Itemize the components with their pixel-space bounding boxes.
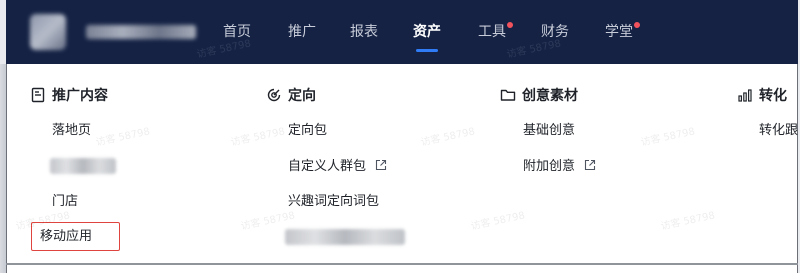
menu-item-tools[interactable]: 工具 [478, 20, 513, 44]
menu-link-blurred[interactable] [50, 158, 116, 174]
menu-item-label: 财务 [541, 24, 569, 40]
menu-link-store[interactable]: 门店 [52, 192, 78, 212]
column-heading-creative-assets: 创意素材 [500, 86, 578, 106]
column-heading-label: 定向 [288, 88, 316, 104]
document-icon [31, 87, 45, 103]
menu-link-label: 兴趣词定向词包 [288, 194, 380, 209]
bar-chart-icon [738, 89, 752, 102]
menu-link-label: 门店 [52, 194, 79, 209]
menu-link-targeting-package[interactable]: 定向包 [288, 121, 327, 141]
notification-dot-icon [634, 22, 640, 28]
menu-item-label: 首页 [223, 24, 251, 40]
highlight-annotation-box [31, 222, 120, 251]
column-heading-label: 推广内容 [52, 88, 108, 104]
external-link-icon [376, 159, 387, 171]
menu-item-finance[interactable]: 财务 [541, 20, 569, 44]
column-heading-label: 转化 [759, 88, 787, 104]
notification-dot-icon [507, 22, 513, 28]
column-heading-targeting: 定向 [266, 86, 316, 106]
column-heading-label: 创意素材 [522, 88, 578, 104]
menu-link-landing-page[interactable]: 落地页 [52, 121, 91, 141]
menu-item-assets[interactable]: 资产 [413, 20, 441, 52]
menu-link-label: 定向包 [288, 123, 328, 138]
menu-link-basic-creative[interactable]: 基础创意 [523, 121, 575, 141]
menu-item-reports[interactable]: 报表 [350, 20, 378, 44]
menu-item-label: 资产 [413, 24, 441, 40]
menu-item-promotion[interactable]: 推广 [288, 20, 316, 44]
folder-icon [500, 89, 516, 101]
menu-link-label: 转化跟 [759, 123, 799, 138]
brand-logo[interactable] [30, 14, 66, 50]
menu-link-label: 基础创意 [523, 123, 576, 138]
menu-link-conversion-tracking[interactable]: 转化跟 [759, 121, 798, 141]
menu-link-label: 自定义人群包 [288, 159, 367, 174]
menu-item-label: 推广 [288, 24, 316, 40]
active-tab-indicator [416, 49, 438, 52]
menu-item-label: 工具 [478, 24, 506, 40]
target-icon [267, 88, 281, 102]
menu-link-custom-audience[interactable]: 自定义人群包 [288, 157, 387, 177]
external-link-icon [585, 159, 596, 171]
column-heading-conversion: 转化 [737, 86, 787, 106]
menu-link-label: 附加创意 [523, 159, 576, 174]
column-heading-promo-content: 推广内容 [30, 86, 108, 106]
panel-bottom-border [6, 263, 798, 265]
menu-item-label: 学堂 [605, 24, 633, 40]
top-navigation-bar: 首页 推广 报表 资产 工具 财务 学堂 访客 58798 访客 58798 [6, 0, 798, 64]
menu-link-interest-keyword-package[interactable]: 兴趣词定向词包 [288, 192, 379, 212]
menu-item-home[interactable]: 首页 [223, 20, 251, 44]
brand-name-blurred [86, 25, 196, 39]
menu-item-label: 报表 [350, 24, 378, 40]
menu-link-label: 落地页 [52, 123, 92, 138]
menu-link-blurred[interactable] [285, 229, 405, 245]
menu-link-additional-creative[interactable]: 附加创意 [523, 157, 596, 177]
menu-item-academy[interactable]: 学堂 [605, 20, 640, 44]
